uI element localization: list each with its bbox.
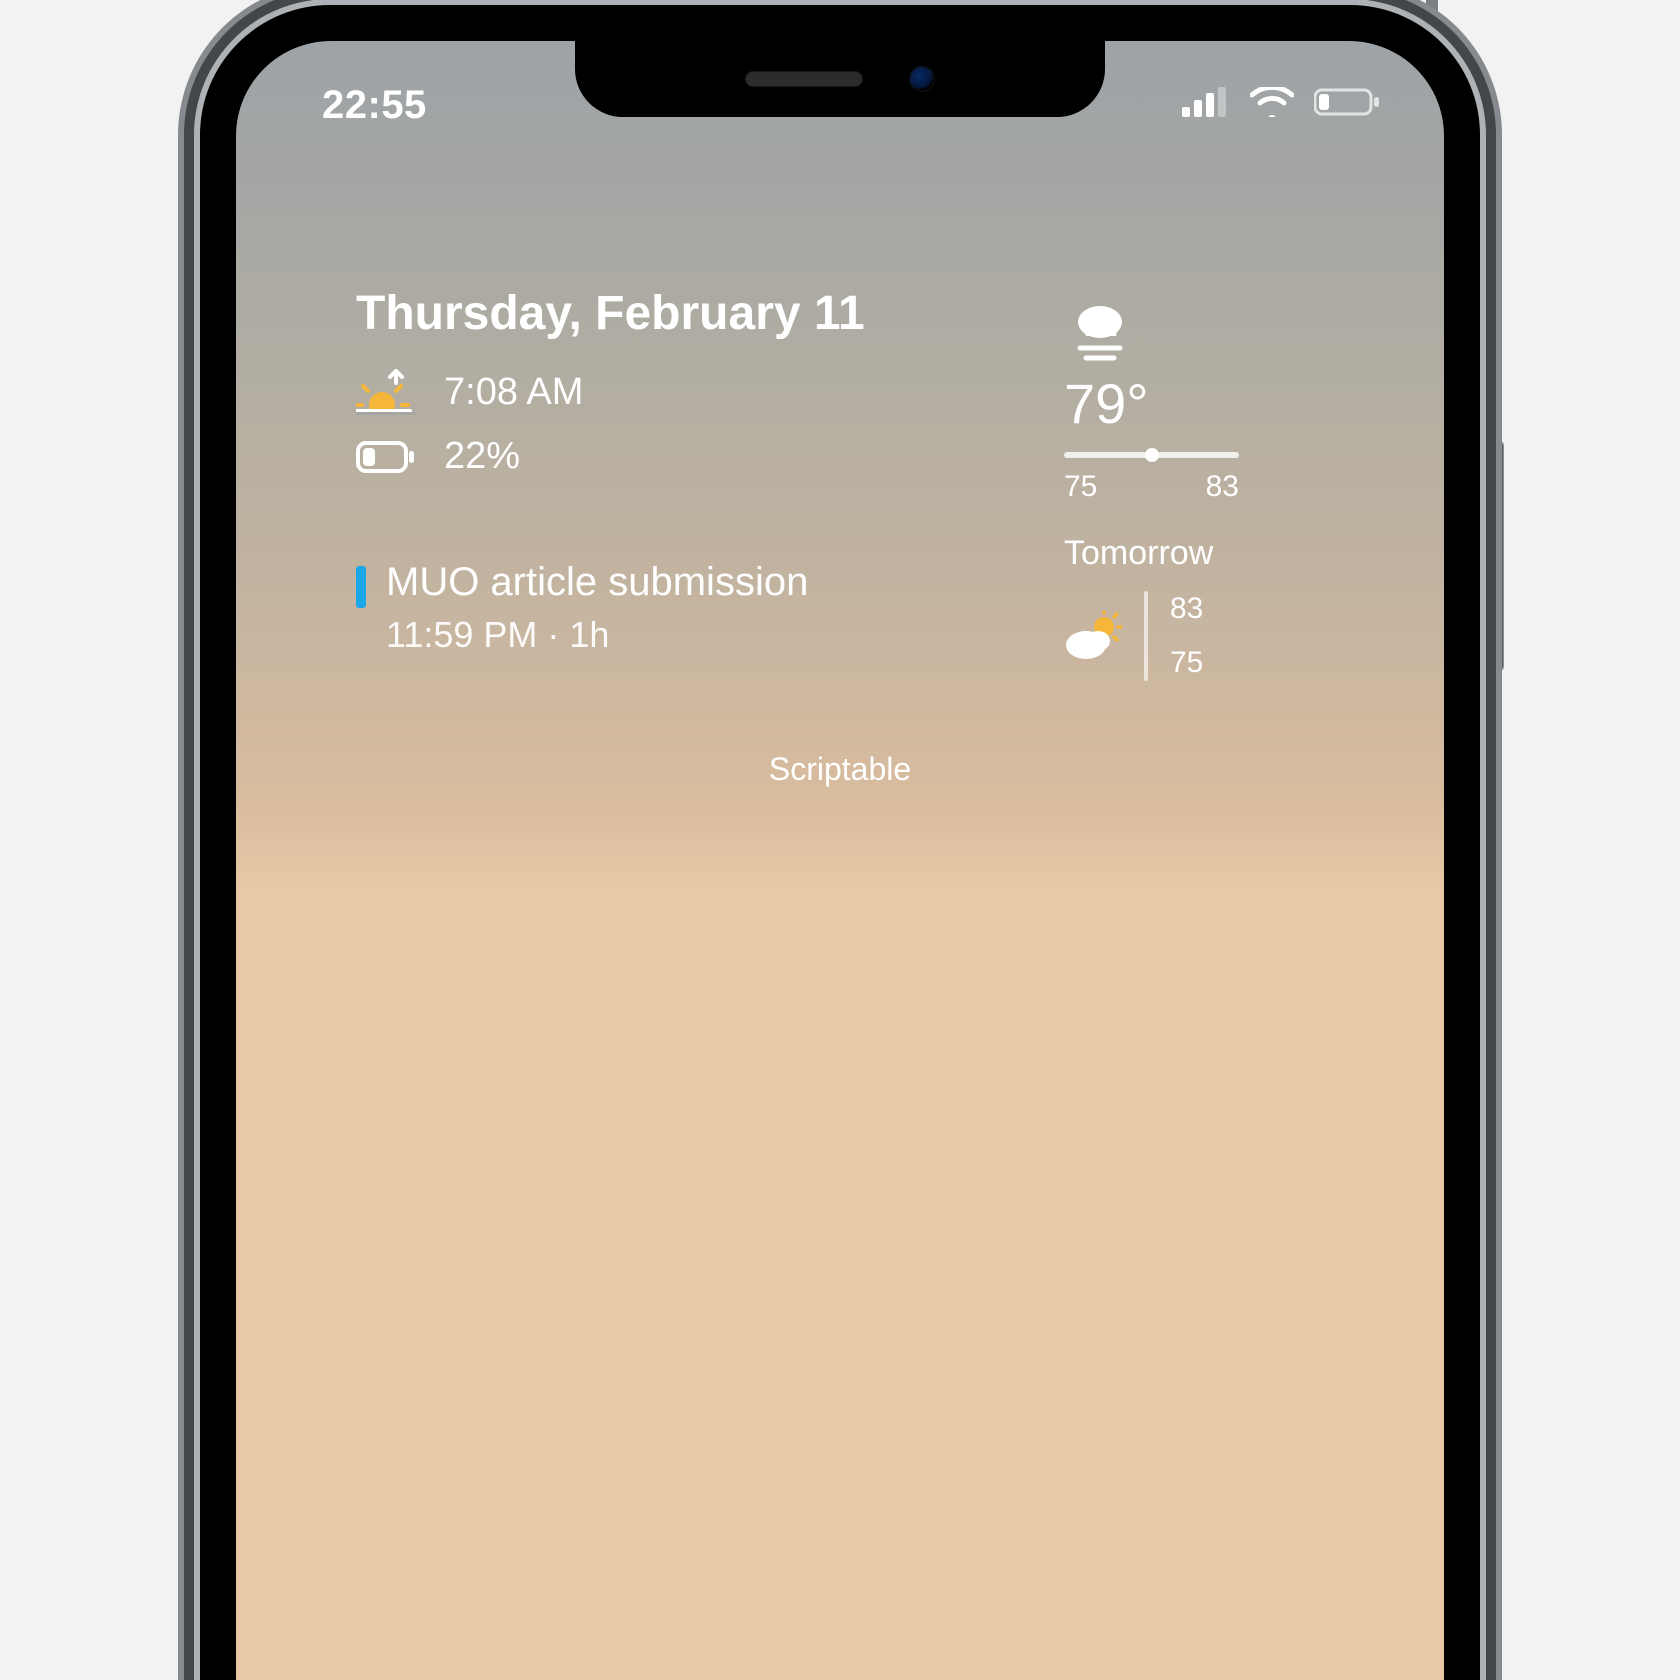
tomorrow-label: Tomorrow [1064,534,1324,573]
temperature-range-marker [1145,448,1159,462]
current-temperature: 79° [1064,375,1324,434]
home-widget[interactable]: Thursday, February 11 [356,286,1324,681]
sunrise-time: 7:08 AM [444,371,583,414]
volume-up-button [178,395,190,537]
volume-down-button [178,560,190,702]
tomorrow-low: 75 [1170,646,1203,680]
event-title: MUO article submission [386,560,808,605]
widget-app-label: Scriptable [236,751,1444,1680]
ringer-switch [178,268,190,346]
temperature-range-labels: 75 83 [1064,470,1239,504]
fog-icon [1064,298,1324,369]
tomorrow-forecast: 83 75 [1064,591,1324,681]
widget-date: Thursday, February 11 [356,286,1064,341]
battery-status-icon [1314,87,1380,117]
sunrise-icon [356,369,416,415]
temp-low: 75 [1064,470,1097,504]
partly-cloudy-icon [1064,611,1122,661]
weather-block: 79° 75 83 Tomorrow [1064,286,1324,681]
battery-icon [356,439,416,475]
side-power-button [1492,440,1504,672]
event-color-bar [356,566,366,608]
sunrise-row: 7:08 AM [356,369,1064,415]
event-subtitle: 11:59 PM · 1h [356,614,1064,656]
cellular-icon [1182,87,1230,117]
temperature-range-bar [1064,452,1239,458]
battery-row: 22% [356,435,1064,478]
phone-frame: 22:55 [200,5,1480,1680]
battery-percent: 22% [444,435,520,478]
wifi-icon [1250,87,1294,117]
divider [1144,591,1148,681]
status-indicators [1182,41,1410,117]
tomorrow-high: 83 [1170,592,1203,626]
calendar-event[interactable]: MUO article submission [356,560,1064,608]
status-time: 22:55 [270,41,427,128]
phone-screen: 22:55 [236,41,1444,1680]
antenna-line [1426,0,1438,19]
temp-high: 83 [1206,470,1239,504]
status-bar: 22:55 [236,41,1444,151]
